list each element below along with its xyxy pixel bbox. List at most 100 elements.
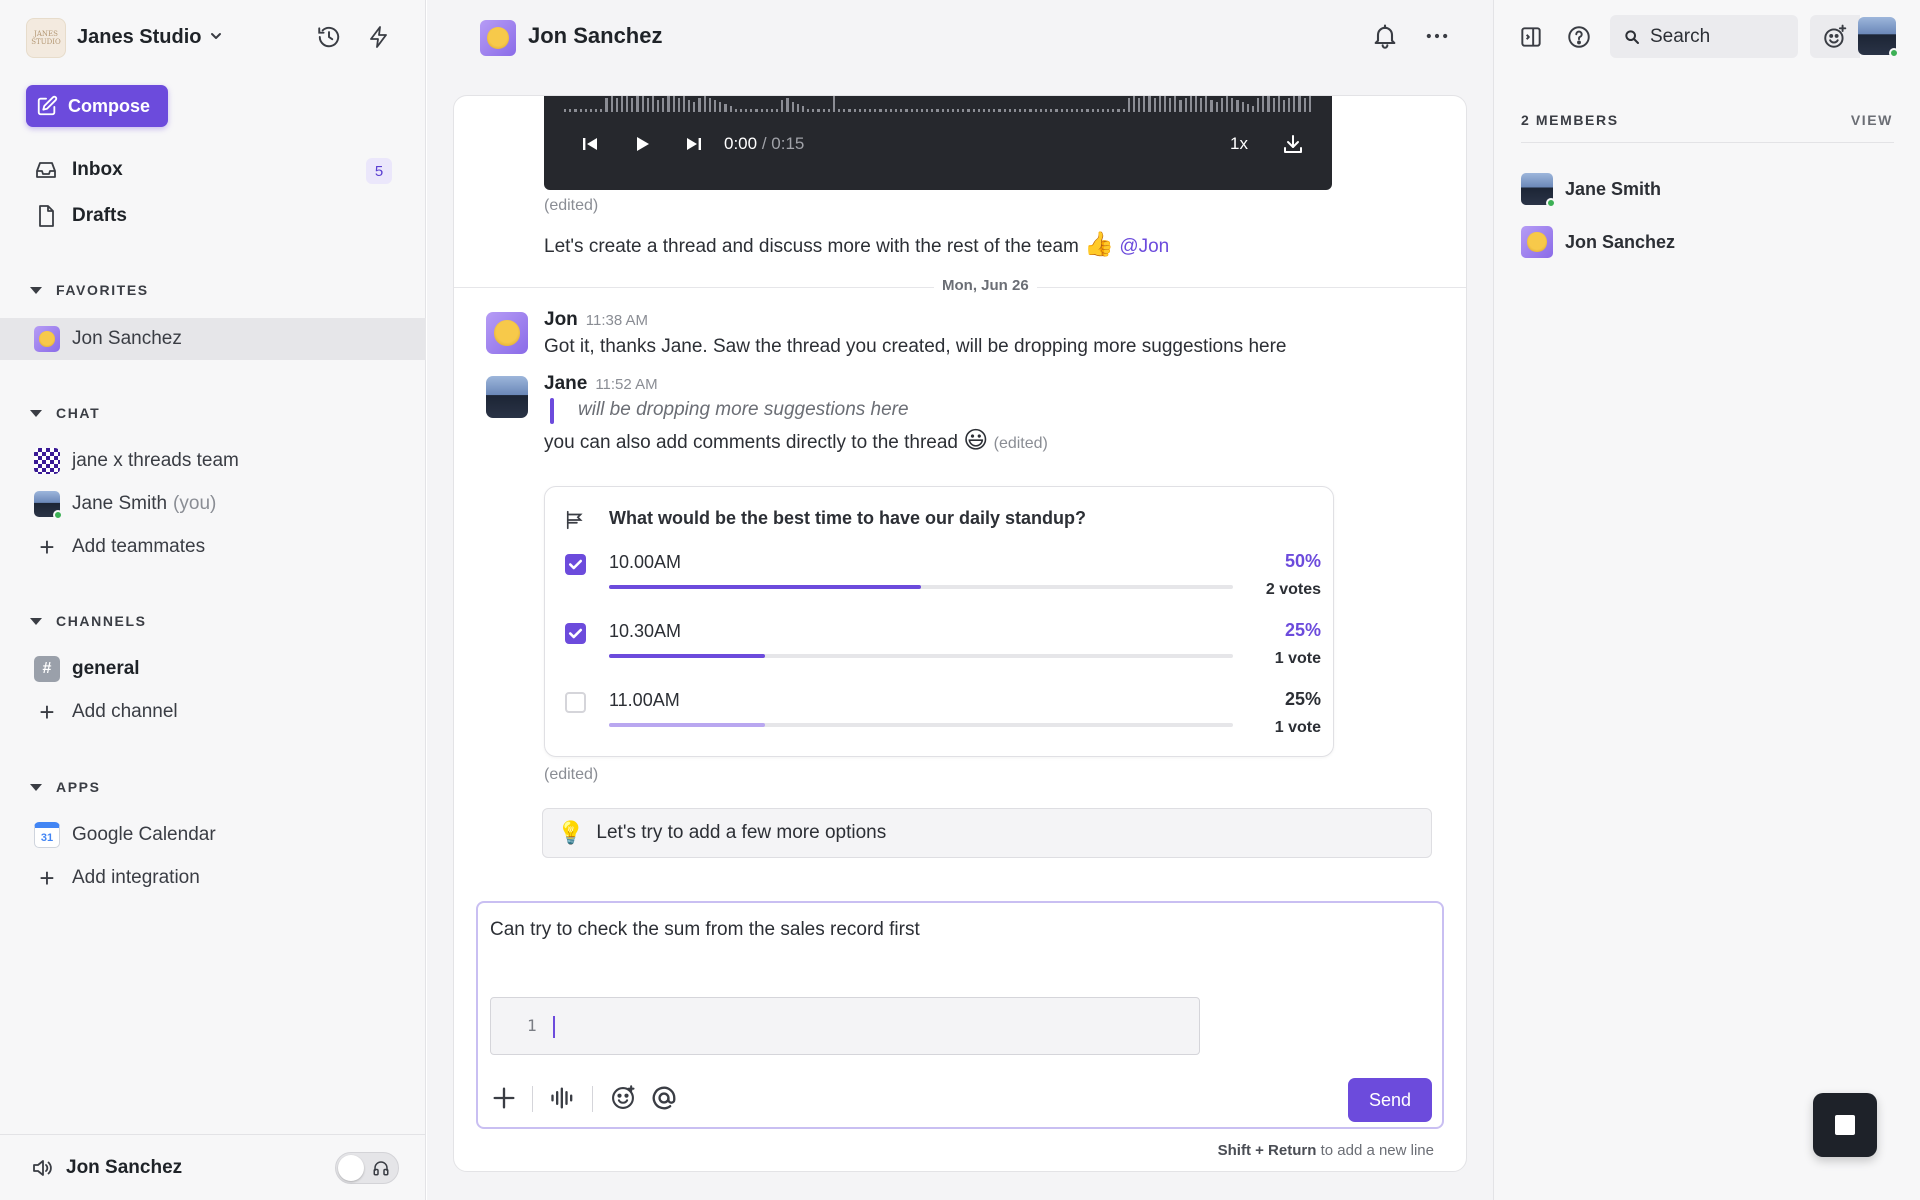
footer-user-name: Jon Sanchez xyxy=(66,1156,183,1178)
search-input[interactable]: Search xyxy=(1610,15,1798,58)
message-body: you can also add comments directly to th… xyxy=(544,432,959,453)
message-time: 11:38 AM xyxy=(585,312,649,329)
poll-card: What would be the best time to have our … xyxy=(544,486,1334,757)
add-integration-button[interactable]: + Add integration xyxy=(0,857,426,899)
channel-item-label: general xyxy=(72,658,140,679)
avatar[interactable] xyxy=(486,376,528,418)
message-composer[interactable]: Can try to check the sum from the sales … xyxy=(476,901,1444,1129)
add-channel-button[interactable]: + Add channel xyxy=(0,691,426,733)
audio-waveform[interactable] xyxy=(564,96,1312,112)
chat-item-team[interactable]: jane x threads team xyxy=(0,440,426,482)
favorites-heading: FAVORITES xyxy=(56,282,149,298)
add-teammates-label: Add teammates xyxy=(72,536,206,557)
poll-option-checkbox[interactable] xyxy=(565,623,586,644)
member-jon-sanchez[interactable]: Jon Sanchez xyxy=(1521,225,1675,259)
poll-option[interactable]: 10.00AM 50% 2 votes xyxy=(545,546,1335,606)
workspace-logo[interactable]: JANES STUDIO xyxy=(26,18,66,58)
help-icon[interactable] xyxy=(1564,22,1594,52)
edited-label: (edited) xyxy=(544,197,599,214)
chat-section-header[interactable]: CHAT xyxy=(30,402,100,424)
apps-section-header[interactable]: APPS xyxy=(30,776,101,798)
sidebar-footer: Jon Sanchez xyxy=(0,1134,426,1200)
poll-option-checkbox[interactable] xyxy=(565,692,586,713)
current-user-avatar[interactable] xyxy=(1858,17,1899,58)
toolbar-divider xyxy=(532,1086,533,1112)
nav-drafts-label: Drafts xyxy=(72,205,127,226)
mention-link[interactable]: @Jon xyxy=(1119,236,1169,257)
member-jane-smith[interactable]: Jane Smith xyxy=(1521,172,1661,208)
audio-total-time: / 0:15 xyxy=(761,134,805,153)
app-item-label: Google Calendar xyxy=(72,824,216,845)
conversation-title[interactable]: Jon Sanchez xyxy=(528,23,662,49)
huddle-toggle[interactable] xyxy=(335,1152,399,1184)
hash-icon: # xyxy=(34,656,60,682)
status-emoji-button[interactable] xyxy=(1810,15,1860,58)
add-teammates-button[interactable]: + Add teammates xyxy=(0,526,426,568)
more-icon[interactable] xyxy=(1423,22,1451,50)
history-icon[interactable] xyxy=(314,22,344,52)
favorite-item-jon-sanchez[interactable]: Jon Sanchez xyxy=(0,318,426,360)
tip-banner: 💡 Let's try to add a few more options xyxy=(542,808,1432,858)
chat-item-label: Jane Smith xyxy=(72,493,168,514)
bell-icon[interactable] xyxy=(1371,22,1399,50)
caret-down-icon xyxy=(30,286,42,294)
members-heading: 2 MEMBERS xyxy=(1521,112,1619,128)
tip-text: Let's try to add a few more options xyxy=(596,822,887,843)
avatar xyxy=(1521,226,1553,258)
emoji-icon[interactable] xyxy=(609,1084,637,1112)
download-icon[interactable] xyxy=(1280,132,1306,156)
nav-drafts[interactable]: Drafts xyxy=(34,201,127,231)
speaker-icon[interactable] xyxy=(30,1156,54,1180)
message-author[interactable]: Jon 11:38 AM xyxy=(544,309,648,331)
skip-forward-icon[interactable] xyxy=(682,132,706,156)
conversation-pane: Jon Sanchez 0:00 / 0:15 1x (edited) Let'… xyxy=(427,0,1493,1200)
thumbs-up-emoji: 👍 xyxy=(1084,231,1115,258)
favorites-section-header[interactable]: FAVORITES xyxy=(30,279,149,301)
calendar-icon: 31 xyxy=(34,822,60,848)
poll-option-bar-fill xyxy=(609,723,765,727)
online-indicator xyxy=(1546,198,1556,208)
stop-recording-button[interactable] xyxy=(1813,1093,1877,1157)
nav-inbox[interactable]: Inbox xyxy=(34,155,123,185)
poll-option[interactable]: 10.30AM 25% 1 vote xyxy=(545,615,1335,675)
channels-section-header[interactable]: CHANNELS xyxy=(30,610,147,632)
send-button[interactable]: Send xyxy=(1348,1078,1432,1122)
channel-item-general[interactable]: # general xyxy=(0,648,426,690)
composer-text[interactable]: Can try to check the sum from the sales … xyxy=(490,919,920,941)
view-members-link[interactable]: VIEW xyxy=(1851,112,1893,128)
compose-icon xyxy=(37,95,58,116)
plus-icon: + xyxy=(39,862,55,893)
caret-down-icon xyxy=(30,783,42,791)
search-label: Search xyxy=(1650,25,1711,47)
add-integration-label: Add integration xyxy=(72,867,200,888)
workspace-name[interactable]: Janes Studio xyxy=(77,26,201,49)
audio-time: 0:00 / 0:15 xyxy=(724,132,804,156)
poll-question: What would be the best time to have our … xyxy=(609,508,1087,528)
plus-icon[interactable] xyxy=(490,1084,518,1112)
you-suffix: (you) xyxy=(173,493,217,514)
skip-back-icon[interactable] xyxy=(578,132,602,156)
toggle-knob xyxy=(338,1155,364,1181)
code-block-editor[interactable]: 1 xyxy=(490,997,1200,1055)
poll-option-checkbox[interactable] xyxy=(565,554,586,575)
avatar[interactable] xyxy=(480,20,516,56)
voice-waveform-icon[interactable] xyxy=(549,1084,577,1112)
poll-option[interactable]: 11.00AM 25% 1 vote xyxy=(545,684,1335,744)
mention-icon[interactable] xyxy=(650,1084,678,1112)
playback-speed-button[interactable]: 1x xyxy=(1230,132,1248,156)
emoji-add-icon xyxy=(1824,24,1847,48)
lightning-icon[interactable] xyxy=(364,22,394,52)
apps-heading: APPS xyxy=(56,779,101,795)
app-item-google-calendar[interactable]: 31 Google Calendar xyxy=(0,814,426,856)
hint-keys: Shift + Return xyxy=(1217,1142,1317,1159)
chevron-down-icon[interactable] xyxy=(208,28,224,44)
compose-button[interactable]: Compose xyxy=(26,85,168,127)
message-author[interactable]: Jane 11:52 AM xyxy=(544,373,658,395)
chat-item-jane-smith[interactable]: Jane Smith (you) xyxy=(0,483,426,525)
author-name: Jon xyxy=(544,309,578,330)
panel-toggle-icon[interactable] xyxy=(1516,22,1546,52)
details-panel: Search 2 MEMBERS VIEW Jane Smith Jon San… xyxy=(1493,0,1920,1200)
play-icon[interactable] xyxy=(630,132,654,156)
avatar[interactable] xyxy=(486,312,528,354)
poll-icon xyxy=(566,510,583,530)
